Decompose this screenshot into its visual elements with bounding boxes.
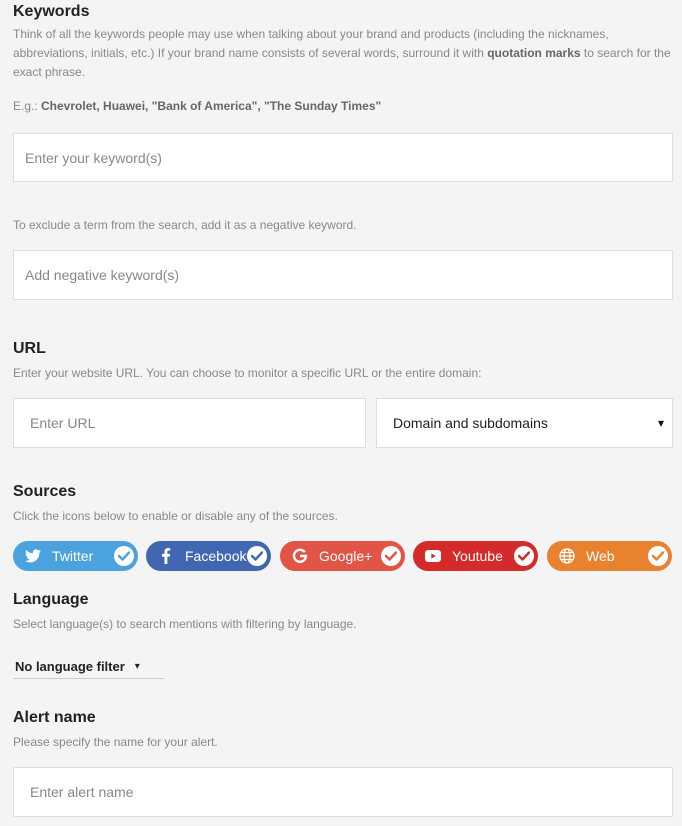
google-icon (291, 547, 309, 565)
alert-name-input[interactable]: Enter alert name (13, 767, 673, 817)
keyword-input[interactable]: Enter your keyword(s) (13, 133, 673, 182)
url-description: Enter your website URL. You can choose t… (13, 366, 482, 380)
chevron-down-icon: ▾ (134, 661, 140, 672)
checkmark-icon (648, 546, 668, 566)
source-youtube-toggle[interactable]: Youtube (413, 541, 538, 571)
language-description: Select language(s) to search mentions wi… (13, 617, 357, 631)
checkmark-icon (114, 546, 134, 566)
source-label: Youtube (452, 548, 503, 564)
url-input[interactable]: Enter URL (13, 398, 366, 448)
source-facebook-toggle[interactable]: Facebook (146, 541, 271, 571)
source-label: Google+ (319, 548, 373, 564)
globe-icon (558, 547, 576, 565)
negative-keyword-input[interactable]: Add negative keyword(s) (13, 250, 673, 300)
source-twitter-toggle[interactable]: Twitter (13, 541, 138, 571)
language-select[interactable]: No language filter ▾ (13, 655, 164, 679)
source-label: Web (586, 548, 615, 564)
checkmark-icon (247, 546, 267, 566)
alert-name-description: Please specify the name for your alert. (13, 735, 218, 749)
chevron-down-icon: ▾ (657, 416, 664, 430)
url-scope-select[interactable]: Domain and subdomains ▾ (376, 398, 673, 448)
keywords-example: E.g.: Chevrolet, Huawei, "Bank of Americ… (13, 99, 382, 113)
twitter-icon (24, 547, 42, 565)
language-heading: Language (13, 591, 89, 608)
keywords-heading: Keywords (13, 3, 90, 20)
keywords-description: Think of all the keywords people may use… (13, 27, 671, 79)
youtube-icon (424, 547, 442, 565)
source-web-toggle[interactable]: Web (547, 541, 672, 571)
sources-heading: Sources (13, 483, 77, 500)
source-label: Facebook (185, 548, 247, 564)
checkmark-icon (381, 546, 401, 566)
source-label: Twitter (52, 548, 94, 564)
sources-description: Click the icons below to enable or disab… (13, 509, 338, 523)
url-heading: URL (13, 340, 46, 357)
checkmark-icon (514, 546, 534, 566)
alert-name-heading: Alert name (13, 709, 96, 726)
facebook-icon (157, 547, 175, 565)
url-scope-value: Domain and subdomains (393, 415, 548, 431)
negative-keyword-description: To exclude a term from the search, add i… (13, 218, 357, 232)
language-value: No language filter (15, 659, 125, 674)
source-google-toggle[interactable]: Google+ (280, 541, 405, 571)
